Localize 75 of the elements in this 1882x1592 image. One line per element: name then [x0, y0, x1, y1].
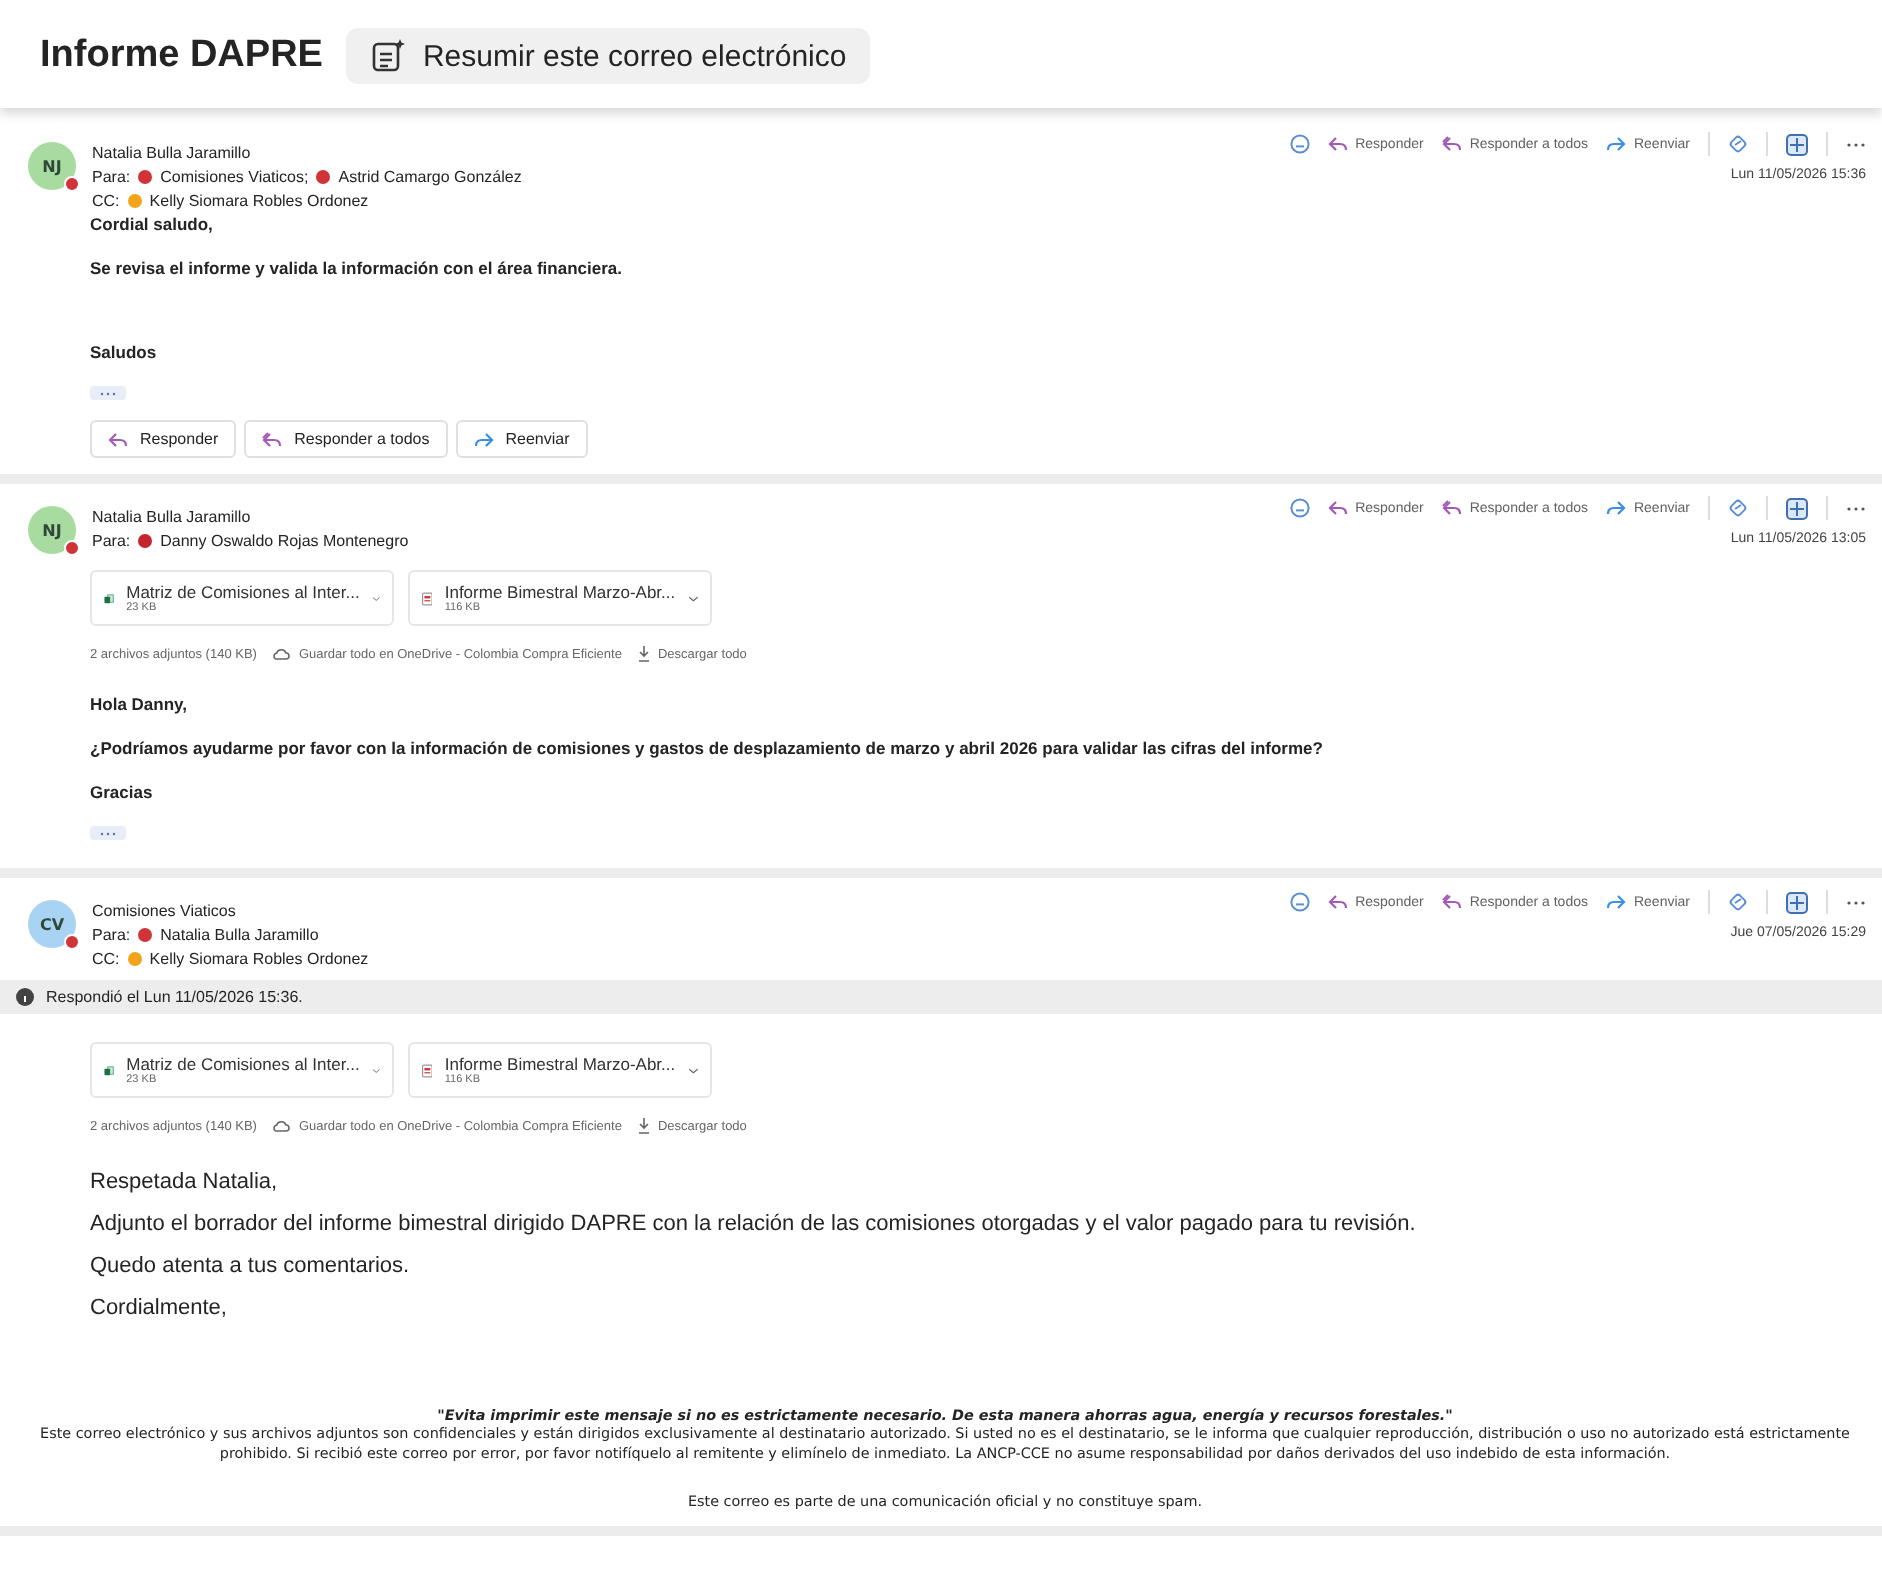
- to-label: Para:: [92, 926, 131, 944]
- reply-all-icon: [262, 431, 283, 447]
- chevron-down-icon: [687, 593, 698, 603]
- avatar: NJ: [28, 506, 76, 554]
- body-paragraph: Se revisa el informe y valida la información con el área financiera.: [90, 256, 624, 282]
- grid-icon[interactable]: [1786, 891, 1808, 913]
- reply-action-button[interactable]: Reenviar: [455, 420, 588, 458]
- recipient-name[interactable]: Kelly Siomara Robles Ordonez: [149, 192, 369, 210]
- body-paragraph: Respetada Natalia,: [90, 1168, 280, 1198]
- presence-dot: [64, 934, 80, 950]
- notice-text: Respondió el Lun 11/05/2026 15:36.: [46, 988, 303, 1006]
- show-more-button[interactable]: [90, 386, 126, 400]
- attachment-name: Matriz de Comisiones al Inter...: [126, 582, 360, 602]
- presence-dot: [64, 540, 80, 556]
- attachment-name: Informe Bimestral Marzo-Abr...: [444, 1054, 676, 1074]
- reply-action-button[interactable]: Responder a todos: [244, 420, 448, 458]
- body-paragraph: Saludos: [90, 340, 159, 366]
- tag-icon[interactable]: [1728, 892, 1748, 912]
- tag-icon[interactable]: [1728, 134, 1748, 154]
- more-icon[interactable]: [1846, 141, 1866, 147]
- recipient-name[interactable]: Astrid Camargo González: [338, 168, 522, 186]
- reply-all-icon: [1441, 894, 1462, 910]
- to-label: Para:: [92, 532, 131, 550]
- reply-icon: [1327, 136, 1348, 152]
- sender-name: Natalia Bulla Jaramillo: [92, 508, 253, 526]
- cloud-icon: [272, 648, 291, 660]
- attachment-name: Matriz de Comisiones al Inter...: [126, 1054, 360, 1074]
- download-icon: [637, 646, 650, 662]
- chevron-down-icon: [371, 1065, 380, 1075]
- grid-icon[interactable]: [1786, 497, 1808, 519]
- tag-icon[interactable]: [1728, 498, 1748, 518]
- body-paragraph: Gracias: [90, 780, 155, 806]
- more-icon[interactable]: [1846, 899, 1866, 905]
- grid-icon[interactable]: [1786, 133, 1808, 155]
- to-label: Para:: [92, 168, 131, 186]
- avatar: NJ: [28, 142, 76, 190]
- document-file-icon: [422, 587, 433, 609]
- summarize-button[interactable]: Resumir este correo electrónico: [346, 28, 871, 84]
- sender-name: Natalia Bulla Jaramillo: [92, 144, 253, 162]
- body-paragraph: Cordial saludo,: [90, 212, 215, 238]
- body-paragraph: Hola Danny,: [90, 692, 189, 718]
- avatar: CV: [28, 900, 76, 948]
- recipient-name[interactable]: Kelly Siomara Robles Ordonez: [149, 950, 369, 968]
- cloud-icon: [272, 1120, 291, 1132]
- reply-all-icon: [1441, 136, 1462, 152]
- download-icon: [637, 1118, 650, 1134]
- reply-icon: [108, 431, 128, 447]
- show-more-button[interactable]: [90, 826, 126, 840]
- reply-all-icon: [1441, 500, 1462, 516]
- chevron-down-icon: [687, 1065, 698, 1075]
- reply-action-button[interactable]: Responder: [90, 420, 237, 458]
- document-file-icon: [422, 1059, 433, 1081]
- recipient-name[interactable]: Comisiones Viaticos;: [160, 168, 309, 186]
- forward-icon: [1605, 500, 1626, 516]
- chevron-down-icon: [371, 593, 380, 603]
- reply-icon: [1327, 894, 1348, 910]
- recipient-name[interactable]: Natalia Bulla Jaramillo: [160, 926, 319, 944]
- forward-icon: [473, 431, 494, 447]
- forward-icon: [1605, 894, 1626, 910]
- email-subject: Informe DAPRE: [40, 34, 323, 78]
- reply-icon: [1327, 500, 1348, 516]
- attachment-name: Informe Bimestral Marzo-Abr...: [444, 582, 676, 602]
- summary-icon: [370, 38, 407, 74]
- body-paragraph: Adjunto el borrador del informe bimestral dirigido DAPRE con la relación de las comisiones otorgadas y el valor pagado para tu revisión.: [90, 1210, 1418, 1240]
- body-paragraph: Quedo atenta a tus comentarios.: [90, 1252, 412, 1282]
- recipient-name[interactable]: Danny Oswaldo Rojas Montenegro: [160, 532, 409, 550]
- cc-label: CC:: [92, 192, 120, 210]
- forward-icon: [1605, 136, 1626, 152]
- presence-dot: [64, 176, 80, 192]
- sender-name: Comisiones Viaticos: [92, 902, 238, 920]
- cc-label: CC:: [92, 950, 120, 968]
- info-icon: [16, 988, 34, 1006]
- more-icon[interactable]: [1846, 505, 1866, 511]
- body-paragraph: Cordialmente,: [90, 1294, 229, 1324]
- body-paragraph: ¿Podríamos ayudarme por favor con la información de comisiones y gastos de desplazamiento de marzo y abril 2026 para validar las cifras del informe?: [90, 736, 1325, 762]
